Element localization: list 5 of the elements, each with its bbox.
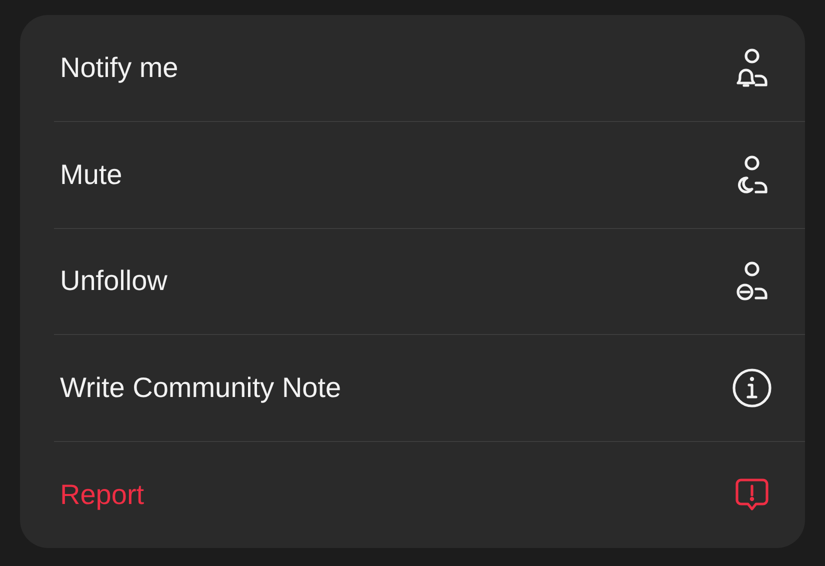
menu-item[interactable]: Write Community Note (54, 335, 805, 442)
menu-item[interactable]: Unfollow (54, 228, 805, 336)
menu-item[interactable]: Notify me (54, 15, 805, 122)
info-icon (731, 367, 773, 410)
menu-item[interactable]: Mute (54, 122, 805, 229)
